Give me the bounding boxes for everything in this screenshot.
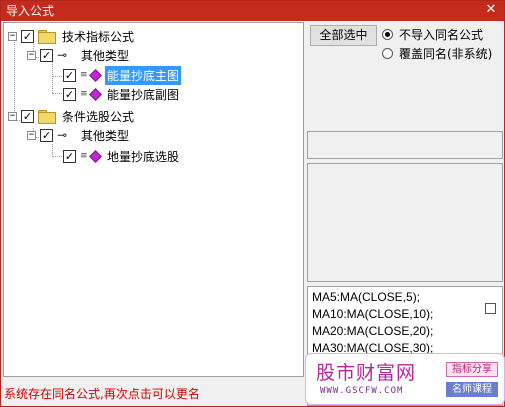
tree-node-label: 能量抄底副图 [107,87,180,102]
radio-label: 不导入同名公式 [399,27,484,42]
code-line: MA20:MA(CLOSE,20); [312,324,434,338]
watermark-url: WWW.GSCFW.COM [320,386,404,396]
tree-node-other-type[interactable]: − ✓ ⊸ 其他类型 [27,46,131,64]
formula-description-box [307,163,503,282]
key-icon: ⊸ [57,48,68,62]
key-icon: ⊸ [57,128,68,142]
collapse-icon[interactable]: − [27,50,36,60]
code-checkbox[interactable] [485,303,496,314]
tree-node-label: 其他类型 [81,128,130,143]
formula-name-box [307,131,503,159]
tree-node-label: 其他类型 [81,48,130,63]
tree-checkbox[interactable]: ✓ [40,128,53,142]
indicator-gem-icon [89,87,102,101]
collapse-icon[interactable]: − [27,130,36,140]
folder-icon [38,30,56,44]
tree-node-energy-main[interactable]: ✓ ≡ 能量抄底主图 [63,65,182,85]
radio-dot-selected[interactable] [382,28,393,40]
tree-node-label: 条件选股公式 [62,109,135,124]
tree-node-energy-sub[interactable]: ✓ ≡ 能量抄底副图 [63,85,181,103]
tree-node-low-volume[interactable]: ✓ ≡ 地量抄底选股 [63,147,181,165]
tree-node-other-type-2[interactable]: − ✓ ⊸ 其他类型 [27,126,131,144]
tree-node-label: 能量抄底主图 [105,65,182,85]
collapse-icon[interactable]: − [8,31,17,41]
tree-checkbox[interactable]: ✓ [21,109,34,123]
radio-overwrite[interactable]: 覆盖同名(非系统) [382,45,492,61]
title-bar: 导入公式 ✕ [1,1,504,21]
select-all-button[interactable]: 全部选中 [310,25,377,46]
tree-checkbox[interactable]: ✓ [21,29,34,43]
tree-node-label: 地量抄底选股 [107,149,180,164]
tree-node-tech-indicator[interactable]: − ✓ 技术指标公式 [8,27,136,45]
code-line: MA5:MA(CLOSE,5); [312,290,421,304]
formula-tree[interactable]: − ✓ 技术指标公式 − ✓ ⊸ 其他类型 ✓ ≡ 能量抄底主图 ✓ ≡ 能量抄… [3,22,304,377]
window-title: 导入公式 [6,4,55,18]
watermark-tag-course: 名师课程 [446,382,498,397]
radio-label: 覆盖同名(非系统) [399,46,493,61]
code-line: MA10:MA(CLOSE,10); [312,307,434,321]
import-formula-dialog: 导入公式 ✕ − ✓ 技术指标公式 − ✓ ⊸ 其他类型 ✓ ≡ 能量抄底主图 … [0,0,505,407]
tree-checkbox[interactable]: ✓ [63,149,76,163]
indicator-gem-icon [89,68,102,82]
tree-checkbox[interactable]: ✓ [63,68,76,82]
tree-node-stock-selection[interactable]: − ✓ 条件选股公式 [8,107,136,125]
folder-icon [38,110,56,124]
radio-dot[interactable] [382,47,393,59]
status-message: 系统存在同名公式,再次点击可以更名 [4,387,200,401]
collapse-icon[interactable]: − [8,111,17,121]
close-icon[interactable]: ✕ [484,3,498,17]
tree-node-label: 技术指标公式 [62,29,135,44]
radio-no-import[interactable]: 不导入同名公式 [382,26,483,42]
indicator-gem-icon [89,149,102,163]
tree-checkbox[interactable]: ✓ [63,87,76,101]
tree-checkbox[interactable]: ✓ [40,48,53,62]
watermark-tag-share: 指标分享 [446,362,498,377]
watermark-logo: 股市财富网 WWW.GSCFW.COM 指标分享 名师课程 [305,353,505,405]
watermark-logo-text: 股市财富网 [316,362,417,384]
